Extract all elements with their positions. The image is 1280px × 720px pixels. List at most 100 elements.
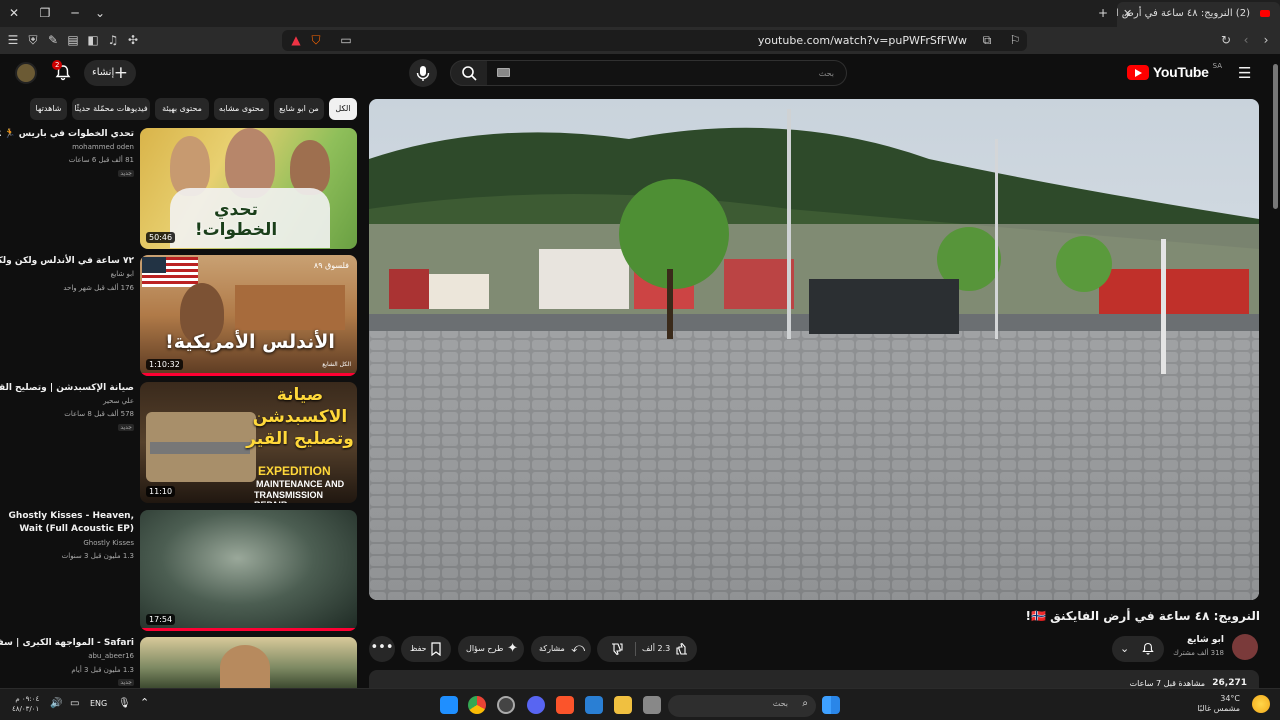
- voice-search-button[interactable]: [409, 59, 437, 87]
- browser-tab-active[interactable]: (2) النرويج: ٤٨ ساعة في أرض ال... ✕: [1117, 2, 1280, 27]
- video-meta: 1.3 مليون قبل 3 سنوات: [61, 552, 134, 560]
- video-title[interactable]: صيانة الإكسبدشن | وتصليح القير: [0, 383, 134, 393]
- chrome-icon[interactable]: [468, 696, 486, 714]
- video-title-line2[interactable]: Wait (Full Acoustic EP): [19, 524, 134, 534]
- minimize-window-icon[interactable]: ─: [64, 4, 86, 22]
- volume-icon[interactable]: 🔊: [50, 698, 62, 709]
- app-icon-files[interactable]: [440, 696, 458, 714]
- shield-icon[interactable]: ⛨: [25, 32, 41, 48]
- mic-tray-icon[interactable]: 🎙: [118, 698, 131, 709]
- view-count: 26,271: [1212, 678, 1247, 688]
- video-thumbnail[interactable]: صيانة الاكسبدشن وتصليح القير EXPEDITION …: [140, 382, 357, 503]
- chip-recent[interactable]: فيديوهات محمّلة حديثًا: [72, 98, 150, 120]
- chip-similar[interactable]: محتوى مشابه: [214, 98, 269, 120]
- music-icon[interactable]: ♫: [105, 32, 121, 48]
- tray-expand-icon[interactable]: ⌃: [140, 696, 149, 709]
- forward-icon[interactable]: ›: [1258, 32, 1274, 48]
- tab-close-icon[interactable]: ✕: [1123, 2, 1132, 25]
- chip-format[interactable]: محتوى بهيئة: [155, 98, 209, 120]
- clock[interactable]: ٠٩:٠٤ م ٤٨/٠٣/٠١: [12, 694, 39, 714]
- thumbnail-small-text: الكل الشايع: [322, 361, 351, 368]
- like-button[interactable]: 2.3 ألف: [637, 636, 697, 662]
- wallet-icon[interactable]: ▤: [65, 32, 81, 48]
- cast-icon[interactable]: ▭: [338, 32, 354, 48]
- video-thumbnail[interactable]: فلسوق ٨٩ الأندلس الأمريكية! الكل الشايع …: [140, 255, 357, 376]
- network-icon[interactable]: ▭: [70, 698, 79, 709]
- video-title[interactable]: Ghostly Kisses - Heaven,: [9, 511, 134, 521]
- bookmark-icon[interactable]: ⚐: [1007, 32, 1023, 48]
- notifications-icon[interactable]: 2: [52, 60, 72, 82]
- chip-all[interactable]: الكل: [329, 98, 357, 120]
- search-input[interactable]: بحث: [487, 60, 847, 86]
- close-window-icon[interactable]: ✕: [3, 4, 25, 22]
- puzzle-icon[interactable]: ✣: [125, 32, 141, 48]
- channel-name[interactable]: mohammed oden: [72, 143, 134, 151]
- video-thumbnail[interactable]: [140, 637, 357, 688]
- subscribe-bell-button[interactable]: ⌄: [1112, 636, 1164, 662]
- weather-temp: 34°C: [1220, 694, 1240, 703]
- thumbnail-text: الأندلس الأمريكية!: [165, 331, 335, 353]
- channel-name[interactable]: Ghostly Kisses: [83, 539, 134, 547]
- app-icon-settings[interactable]: [497, 696, 515, 714]
- new-tab-icon[interactable]: +: [1092, 4, 1114, 22]
- chip-watched[interactable]: شاهدتها: [30, 98, 67, 120]
- thumbs-up-icon: [676, 642, 687, 655]
- watch-progress-bar: [140, 373, 357, 376]
- video-title[interactable]: تحدي الخطوات في باريس 🏃 FR: [0, 129, 134, 139]
- save-label: حفظ: [410, 644, 427, 653]
- dislike-button[interactable]: [597, 636, 635, 662]
- create-button[interactable]: إنشاء +: [84, 60, 136, 86]
- restore-window-icon[interactable]: ❐: [34, 4, 56, 22]
- address-bar[interactable]: ▲ ⛉ ▭ youtube.com/watch?v=puPWFrSfFWw ⧉ …: [282, 30, 1027, 51]
- video-title[interactable]: Safari - المواجهة الكبرى | سفاري: [0, 638, 134, 648]
- menu-icon[interactable]: ☰: [5, 32, 21, 48]
- task-view-icon[interactable]: [643, 696, 661, 714]
- chevron-down-icon[interactable]: ⌄: [89, 4, 111, 22]
- store-icon[interactable]: [585, 696, 603, 714]
- back-icon[interactable]: ‹: [1238, 32, 1254, 48]
- reload-icon[interactable]: ↻: [1218, 32, 1234, 48]
- channel-name-main[interactable]: ابو شايع: [1187, 635, 1224, 645]
- thumbnail-text: تحدي الخطوات!: [194, 200, 278, 240]
- avatar[interactable]: [15, 62, 37, 84]
- channel-name[interactable]: ابو شايع: [111, 270, 134, 278]
- brave-icon[interactable]: [556, 696, 574, 714]
- share-button[interactable]: مشاركة ⤺: [531, 636, 591, 662]
- youtube-logo[interactable]: YouTube SA: [1126, 62, 1222, 80]
- video-title[interactable]: ٧٢ ساعة في الأندلس ولكن ولكن 🇺🇸!!: [0, 256, 134, 266]
- channel-name[interactable]: علي سحير: [103, 397, 134, 405]
- search-icon: ⌕: [802, 698, 808, 709]
- page-scrollbar[interactable]: [1271, 54, 1280, 688]
- video-thumbnail[interactable]: تحدي الخطوات! 50:46: [140, 128, 357, 249]
- channel-name[interactable]: abu_abeer16: [88, 652, 134, 660]
- hamburger-menu-icon[interactable]: ☰: [1238, 66, 1252, 81]
- brave-shield-icon[interactable]: ⛉: [308, 32, 324, 48]
- brave-rewards-icon[interactable]: ▲: [288, 32, 304, 48]
- taskbar-search-input[interactable]: بحث ⌕: [668, 695, 816, 717]
- chip-from-channel[interactable]: من ابو شايع: [274, 98, 324, 120]
- share-link-icon[interactable]: ⧉: [979, 32, 995, 48]
- save-button[interactable]: حفظ: [401, 636, 451, 662]
- video-duration: 17:54: [146, 614, 176, 625]
- windows-start-icon[interactable]: [822, 696, 840, 714]
- channel-avatar[interactable]: [1232, 634, 1258, 660]
- youtube-play-icon: [1126, 64, 1149, 80]
- more-actions-icon[interactable]: •••: [369, 636, 395, 662]
- video-player[interactable]: [369, 99, 1259, 600]
- video-thumbnail[interactable]: 17:54: [140, 510, 357, 631]
- file-explorer-icon[interactable]: [614, 696, 632, 714]
- sidebar-icon[interactable]: ◧: [85, 32, 101, 48]
- video-meta: 1.3 مليون قبل 3 أيام: [71, 666, 134, 674]
- discord-icon[interactable]: [527, 696, 545, 714]
- keyboard-icon[interactable]: [497, 68, 510, 77]
- share-label: مشاركة: [539, 644, 565, 653]
- search-button[interactable]: [450, 60, 488, 86]
- extensions-icon[interactable]: ✎: [45, 32, 61, 48]
- language-indicator[interactable]: ENG: [90, 699, 107, 708]
- logo-word: YouTube: [1152, 64, 1209, 80]
- weather-widget[interactable]: 34°C مشمس غالبًا: [1197, 694, 1240, 714]
- like-count: 2.3 ألف: [642, 644, 671, 653]
- new-badge: جديد: [118, 424, 134, 431]
- ask-button[interactable]: طرح سؤال ✦: [458, 636, 524, 662]
- video-frame: [369, 99, 1259, 600]
